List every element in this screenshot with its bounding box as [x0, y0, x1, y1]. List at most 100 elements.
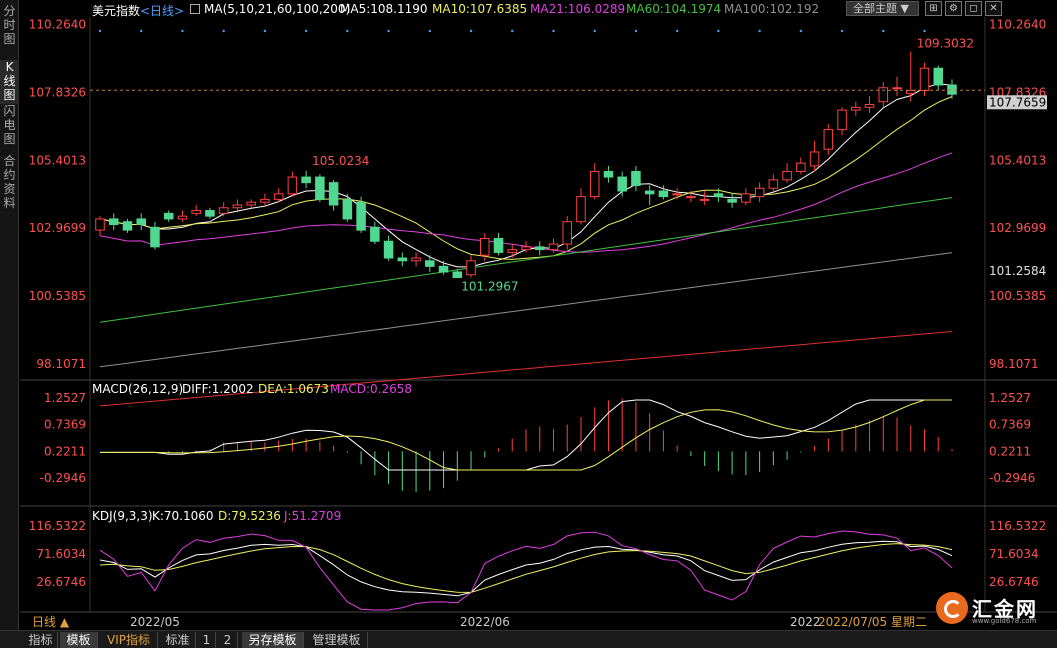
- kdj-label: KDJ(9,3,3): [92, 509, 153, 523]
- candle-body: [658, 190, 669, 198]
- macd-value: MACD:0.2658: [330, 382, 413, 396]
- candle-body: [548, 243, 559, 251]
- kdj-tick-right: 26.6746: [989, 575, 1039, 589]
- tab-1[interactable]: 1: [198, 632, 216, 648]
- logo-icon: [936, 592, 968, 624]
- candle-body: [218, 207, 229, 214]
- candle-body: [576, 196, 586, 223]
- candle-body: [933, 67, 944, 86]
- candle-body: [919, 67, 930, 92]
- ma60-value: MA60:104.1974: [626, 2, 722, 16]
- ma21-value: MA21:106.0289: [530, 2, 626, 16]
- candle-body: [713, 193, 724, 198]
- tab-2[interactable]: 2: [218, 632, 238, 648]
- kdj-tick-right: 71.6034: [989, 547, 1039, 561]
- tab-vip-indicators[interactable]: VIP指标: [100, 632, 158, 648]
- candle-body: [754, 187, 765, 198]
- event-marker: [140, 29, 143, 33]
- tab-save-template[interactable]: 另存模板: [242, 632, 304, 648]
- macd-tick-right: 0.2211: [989, 444, 1031, 458]
- restore-icon[interactable]: ◻: [965, 1, 982, 16]
- candle-body: [562, 221, 572, 245]
- kdj-k-line: [99, 540, 953, 597]
- tab-indicators[interactable]: 指标: [24, 632, 58, 648]
- macd-tick-right: -0.2946: [989, 471, 1035, 485]
- candle-body: [672, 193, 682, 196]
- macd-dea: DEA:1.0673: [258, 382, 329, 396]
- event-marker: [222, 29, 225, 33]
- macd-label: MACD(26,12,9): [92, 382, 184, 396]
- candle-body: [232, 204, 243, 209]
- y-tick-right: 110.2640: [989, 18, 1046, 32]
- candle-body: [108, 218, 119, 226]
- kdj-k: K:70.1060: [152, 509, 214, 523]
- candle-body: [809, 151, 820, 167]
- candle-body: [768, 179, 779, 189]
- settings-icon[interactable]: ⚙: [945, 1, 962, 16]
- period-label[interactable]: <日线>: [140, 2, 184, 19]
- event-marker: [428, 29, 432, 33]
- event-marker: [882, 29, 885, 33]
- candle-body: [617, 176, 627, 192]
- candle-body: [493, 237, 504, 253]
- candle-body: [644, 190, 655, 195]
- event-marker: [675, 29, 679, 33]
- candle-body: [122, 221, 133, 231]
- candle-body: [287, 176, 298, 195]
- y-tick-right: 98.1071: [989, 357, 1039, 371]
- bottom-toolbar: 指标 模板 VIP指标 标准 1 2 另存模板 管理模板: [0, 630, 1057, 648]
- macd-tick-right: 1.2527: [989, 391, 1031, 405]
- candle-body: [837, 109, 847, 131]
- candle-body: [136, 218, 146, 226]
- candle-body: [438, 265, 449, 273]
- macd-tick-left: -0.2946: [40, 471, 86, 485]
- candle-body: [246, 201, 256, 206]
- candle-body: [315, 176, 325, 200]
- candle-body: [95, 218, 105, 231]
- tab-templates[interactable]: 模板: [60, 632, 98, 648]
- candle-body: [452, 271, 463, 279]
- theme-select[interactable]: 全部主题 ▼: [846, 1, 919, 16]
- date-readout: 2022/07/05 星期二: [818, 615, 927, 629]
- chart-area[interactable]: 110.2640 110.2640107.8326 107.8326105.4013…: [0, 0, 1057, 630]
- candle-body: [356, 201, 366, 231]
- kdj-j-line: [99, 530, 953, 611]
- macd-tick-left: 0.7369: [44, 418, 86, 432]
- macd-tick-right: 0.7369: [989, 418, 1031, 432]
- candle-body: [686, 196, 696, 199]
- event-marker: [799, 29, 803, 33]
- event-marker: [469, 29, 473, 33]
- logo: 汇金网 www.gold678.com: [934, 590, 1054, 626]
- annotation-low: 101.2967: [461, 280, 518, 294]
- ma5-line: [99, 83, 953, 268]
- tab-standard[interactable]: 标准: [160, 632, 196, 648]
- macd-diff: DIFF:1.2002: [182, 382, 254, 396]
- event-marker: [98, 29, 102, 33]
- candle-body: [603, 170, 614, 178]
- candle-body: [177, 215, 188, 220]
- candle-body: [631, 170, 641, 186]
- close-icon[interactable]: ✕: [985, 1, 1002, 16]
- candle-body: [864, 104, 875, 108]
- period-button: 日线 ▲: [32, 615, 70, 629]
- y-tick-left: 107.8326: [29, 85, 86, 99]
- ma-settings-icon[interactable]: [190, 4, 200, 14]
- candle-body: [411, 257, 421, 262]
- kdj-tick-right: 116.5322: [989, 519, 1046, 533]
- layout-icon[interactable]: ⊞: [925, 1, 942, 16]
- candle-body: [521, 246, 531, 251]
- annotation-high: 109.3032: [917, 36, 974, 50]
- candle-body: [851, 106, 861, 111]
- kdj-d-line: [99, 543, 953, 593]
- ma21-line: [99, 152, 953, 253]
- ma100-value: MA100:102.192: [724, 2, 820, 16]
- tab-manage-templates[interactable]: 管理模板: [306, 632, 368, 648]
- candle-body: [727, 198, 737, 203]
- event-marker: [552, 29, 555, 33]
- candle-body: [507, 249, 518, 253]
- y-tick-left: 98.1071: [36, 357, 86, 371]
- candle-body: [150, 226, 160, 248]
- event-marker: [840, 29, 844, 33]
- candle-body: [301, 176, 311, 184]
- logo-url: www.gold678.com: [972, 617, 1037, 625]
